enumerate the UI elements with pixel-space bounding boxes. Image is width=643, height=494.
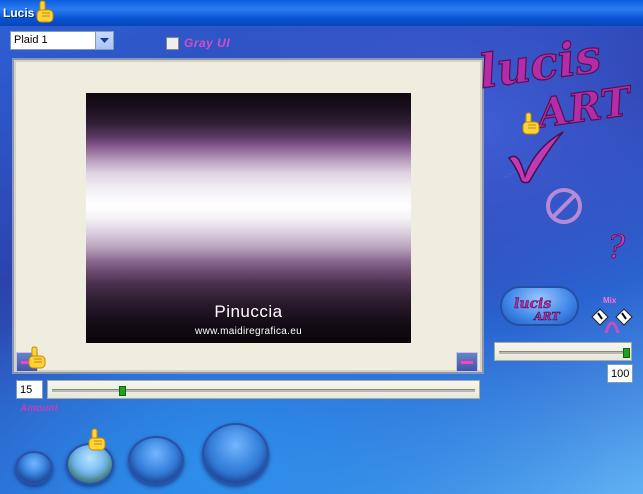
question-mark-icon[interactable]: ? <box>604 228 634 264</box>
amount-slider-track <box>52 388 475 392</box>
hand-pointer-icon <box>36 0 54 23</box>
gray-ui-label: Gray UI <box>184 36 231 50</box>
mix-slider-track <box>499 350 627 354</box>
mix-value-field[interactable]: 100 <box>607 364 633 383</box>
preset-dropdown[interactable]: Plaid 1 <box>10 31 114 50</box>
hand-pointer-icon <box>88 428 106 451</box>
bubble-button-4[interactable] <box>202 423 269 485</box>
lucis-art-logo: lucis ART <box>475 28 637 139</box>
checkmark-icon[interactable] <box>505 128 567 186</box>
mix-slider-thumb[interactable] <box>623 347 630 358</box>
zoom-in-button[interactable] <box>456 352 478 372</box>
amount-slider-thumb[interactable] <box>119 385 127 396</box>
amount-label: Amount <box>20 403 58 414</box>
window-title: Lucis <box>3 6 35 20</box>
amount-slider[interactable] <box>47 380 480 399</box>
svg-text:?: ? <box>608 228 626 264</box>
bubble-button-1[interactable] <box>15 451 53 485</box>
lucis-art-logo: lucis ART <box>514 296 561 324</box>
mix-icon <box>591 308 633 334</box>
preset-selected-value: Plaid 1 <box>14 34 48 46</box>
gray-ui-checkbox[interactable] <box>166 37 179 50</box>
bubble-button-3[interactable] <box>128 436 184 485</box>
chevron-down-icon[interactable] <box>95 32 113 49</box>
amount-value-field[interactable]: 15 <box>16 380 43 399</box>
preview-image: Pinuccia www.maidiregrafica.eu <box>86 93 411 343</box>
lucis-art-window: ~~~~~~~~~~ ~~~~~~~~~~ Lucis Plaid 1 Gray… <box>0 0 643 494</box>
svg-text:ART: ART <box>533 310 560 323</box>
cancel-icon[interactable] <box>541 183 587 229</box>
watermark-name: Pinuccia <box>214 302 283 321</box>
hand-pointer-icon <box>28 346 46 369</box>
watermark-url: www.maidiregrafica.eu <box>195 326 302 337</box>
mix-slider[interactable] <box>494 342 632 361</box>
lucis-logo-button[interactable]: lucis ART <box>500 286 579 326</box>
